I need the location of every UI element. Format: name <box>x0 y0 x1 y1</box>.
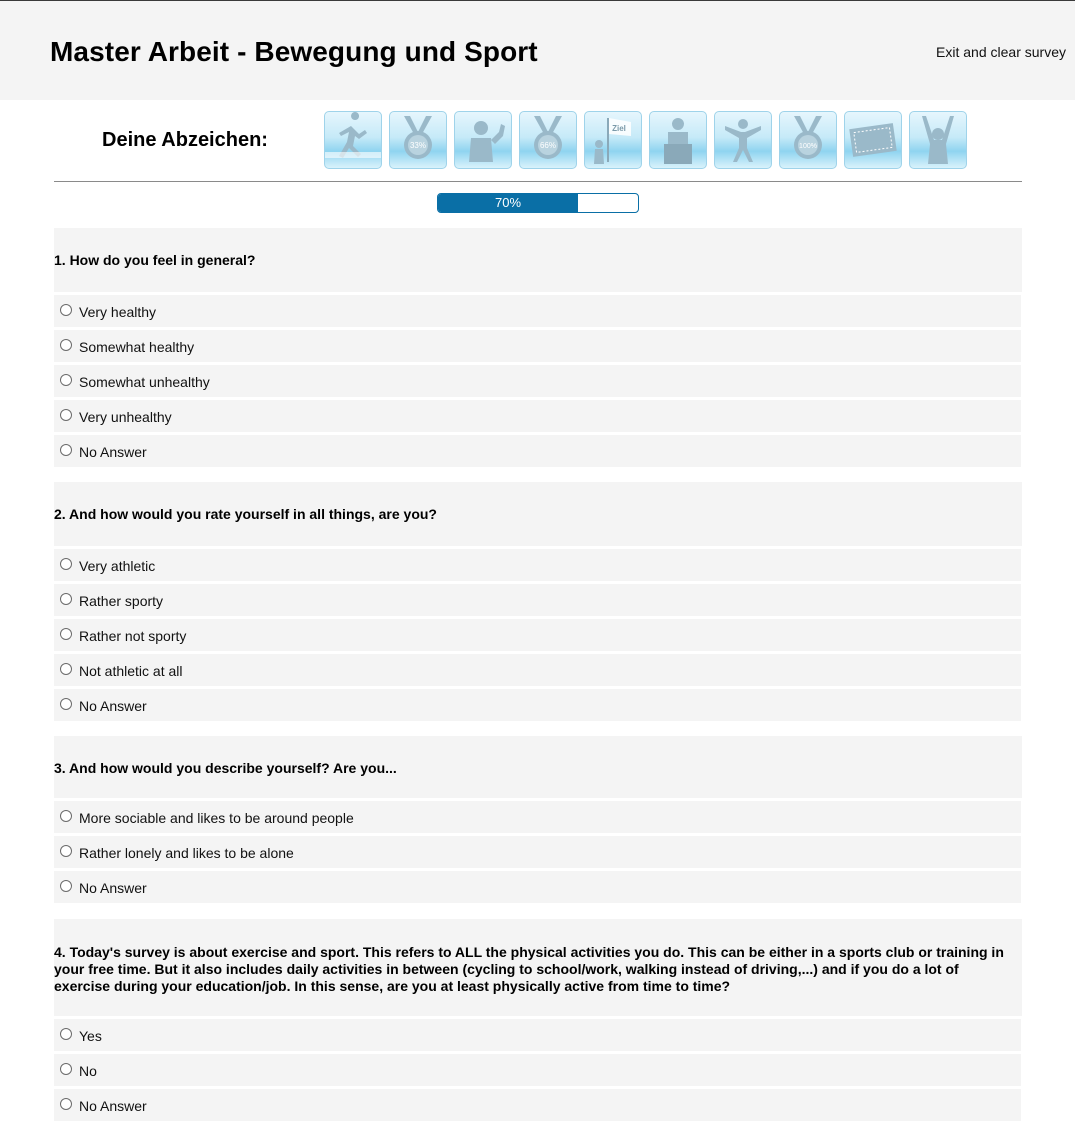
answer-option[interactable]: Somewhat healthy <box>54 330 1021 362</box>
radio-button[interactable] <box>60 880 72 892</box>
thumbs-up-figure-badge-icon <box>454 111 512 169</box>
medal-33-icon: 33% <box>389 111 447 169</box>
exit-and-clear-link[interactable]: Exit and clear survey <box>936 44 1066 60</box>
option-label: Very healthy <box>79 304 157 320</box>
option-label: Rather lonely and likes to be alone <box>79 845 294 861</box>
option-label: Very athletic <box>79 558 156 574</box>
answer-option[interactable]: No Answer <box>54 689 1021 721</box>
progress-fill: 70% <box>438 194 578 212</box>
goal-flag-text: Ziel <box>612 124 626 133</box>
radio-button[interactable] <box>60 1028 72 1040</box>
radio-button[interactable] <box>60 810 72 822</box>
option-label: Somewhat healthy <box>79 339 195 355</box>
option-label: No Answer <box>79 1098 147 1114</box>
jumping-figure-badge-icon <box>714 111 772 169</box>
question-text: 2. And how would you rate yourself in al… <box>54 506 437 522</box>
option-label: Yes <box>79 1028 102 1044</box>
cheering-figure-badge-icon <box>909 111 967 169</box>
radio-button[interactable] <box>60 1098 72 1110</box>
answer-option[interactable]: Yes <box>54 1019 1021 1051</box>
radio-button[interactable] <box>60 558 72 570</box>
badges-label: Deine Abzeichen: <box>102 129 268 151</box>
radio-button[interactable] <box>60 845 72 857</box>
option-label: No Answer <box>79 880 147 896</box>
medal-100-icon: 100% <box>779 111 837 169</box>
answer-option[interactable]: More sociable and likes to be around peo… <box>54 801 1021 833</box>
option-label: Somewhat unhealthy <box>79 374 210 390</box>
goal-flag-badge-icon: Ziel <box>584 111 642 169</box>
badges-row: Deine Abzeichen: 33% 66% Ziel 100% <box>54 100 1022 182</box>
option-label: More sociable and likes to be around peo… <box>79 810 354 826</box>
radio-button[interactable] <box>60 339 72 351</box>
option-label: No <box>79 1063 97 1079</box>
answer-option[interactable]: No <box>54 1054 1021 1086</box>
medal-66-text: 66% <box>540 141 556 150</box>
page-header: Master Arbeit - Bewegung und Sport Exit … <box>0 1 1075 100</box>
answer-option[interactable]: Rather lonely and likes to be alone <box>54 836 1021 868</box>
answer-option[interactable]: Very unhealthy <box>54 400 1021 432</box>
radio-button[interactable] <box>60 593 72 605</box>
answer-option[interactable]: Somewhat unhealthy <box>54 365 1021 397</box>
radio-button[interactable] <box>60 1063 72 1075</box>
question-header: 4. Today's survey is about exercise and … <box>54 919 1022 1016</box>
medal-100-text: 100% <box>799 143 817 150</box>
radio-button[interactable] <box>60 444 72 456</box>
medal-33-text: 33% <box>410 141 426 150</box>
option-label: Not athletic at all <box>79 663 183 679</box>
answer-option[interactable]: No Answer <box>54 435 1021 467</box>
radio-button[interactable] <box>60 304 72 316</box>
answer-option[interactable]: No Answer <box>54 871 1021 903</box>
runner-badge-icon <box>324 111 382 169</box>
progress-bar: 70% <box>437 193 639 213</box>
answer-option[interactable]: Not athletic at all <box>54 654 1021 686</box>
option-label: No Answer <box>79 444 147 460</box>
question-text: 1. How do you feel in general? <box>54 252 256 268</box>
option-label: Rather sporty <box>79 593 164 609</box>
option-label: Rather not sporty <box>79 628 187 644</box>
question-header: 2. And how would you rate yourself in al… <box>54 482 1022 546</box>
medal-66-icon: 66% <box>519 111 577 169</box>
answer-option[interactable]: Rather not sporty <box>54 619 1021 651</box>
question-header: 1. How do you feel in general? <box>54 228 1022 292</box>
question-header: 3. And how would you describe yourself? … <box>54 736 1022 798</box>
answer-option[interactable]: Rather sporty <box>54 584 1021 616</box>
option-label: No Answer <box>79 698 147 714</box>
answer-option[interactable]: No Answer <box>54 1089 1021 1121</box>
ticket-badge-icon <box>844 111 902 169</box>
podium-badge-icon <box>649 111 707 169</box>
question-3: 3. And how would you describe yourself? … <box>54 736 1022 903</box>
question-2: 2. And how would you rate yourself in al… <box>54 482 1022 721</box>
radio-button[interactable] <box>60 663 72 675</box>
radio-button[interactable] <box>60 628 72 640</box>
radio-button[interactable] <box>60 698 72 710</box>
question-text: 4. Today's survey is about exercise and … <box>54 944 1004 994</box>
radio-button[interactable] <box>60 374 72 386</box>
question-4: 4. Today's survey is about exercise and … <box>54 919 1022 1121</box>
answer-option[interactable]: Very healthy <box>54 295 1021 327</box>
answer-option[interactable]: Very athletic <box>54 549 1021 581</box>
survey-title: Master Arbeit - Bewegung und Sport <box>50 36 538 67</box>
option-label: Very unhealthy <box>79 409 172 425</box>
question-text: 3. And how would you describe yourself? … <box>54 760 397 776</box>
radio-button[interactable] <box>60 409 72 421</box>
question-1: 1. How do you feel in general? Very heal… <box>54 228 1022 467</box>
